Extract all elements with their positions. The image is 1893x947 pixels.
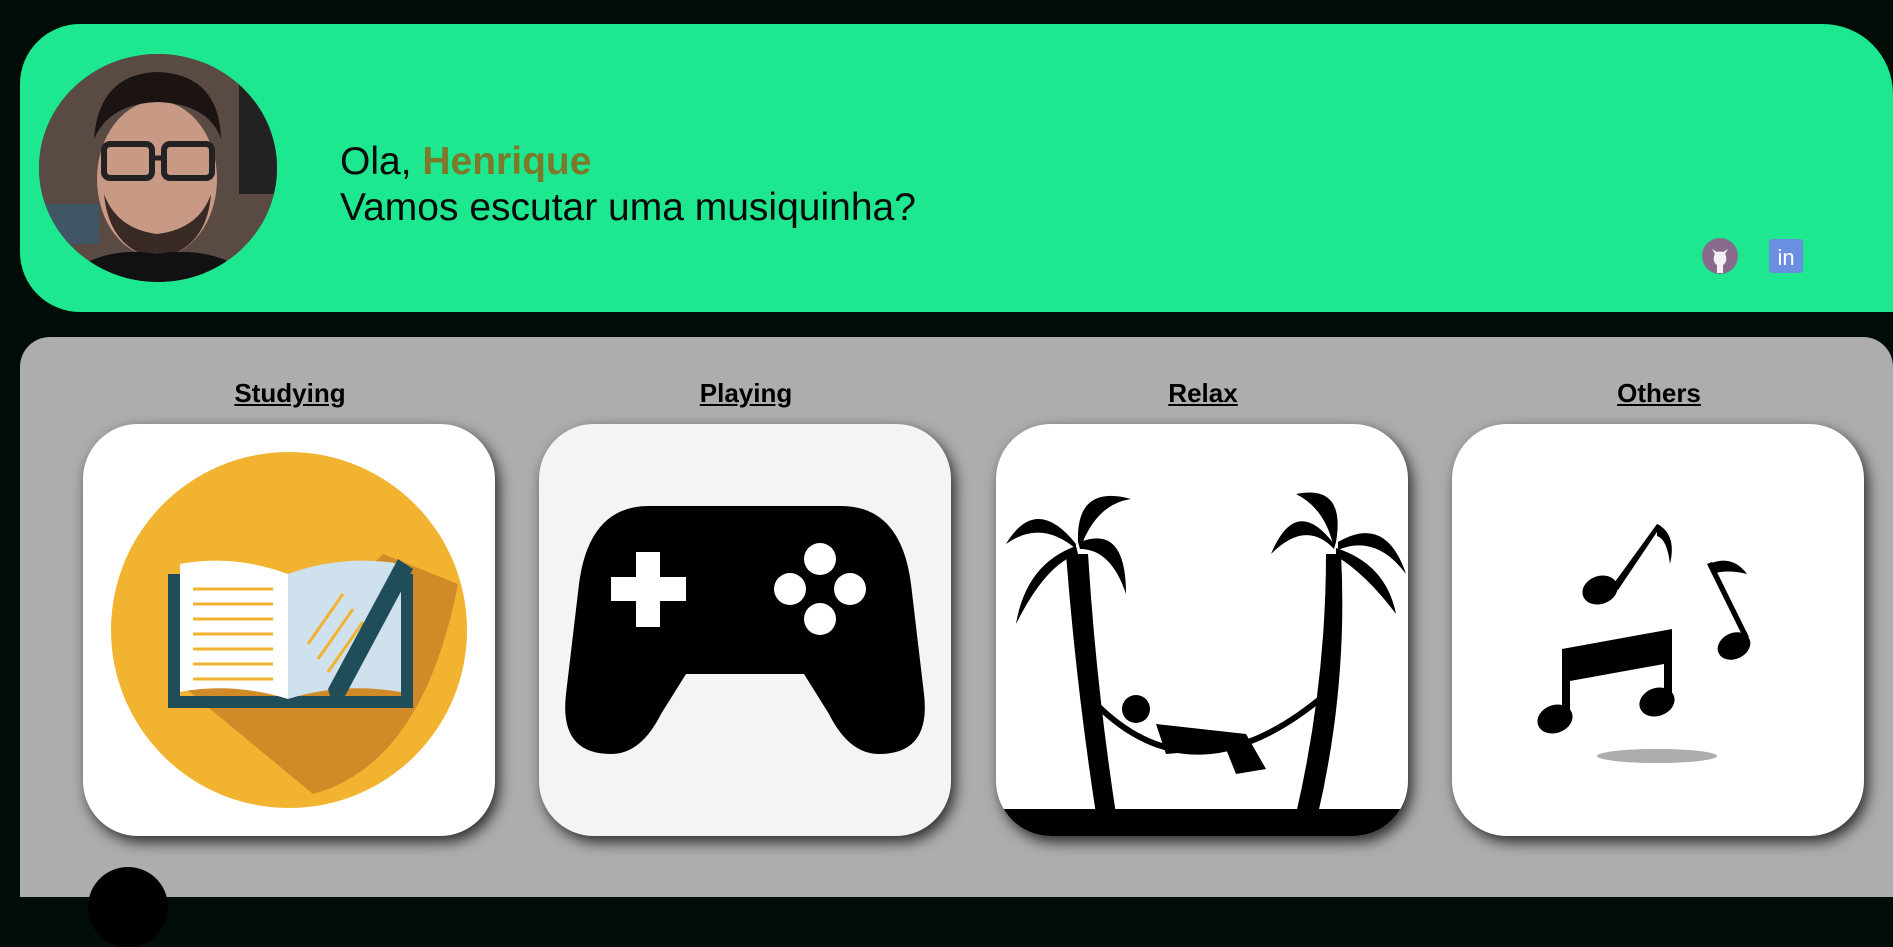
linkedin-icon: in: [1769, 239, 1803, 273]
category-title-others[interactable]: Others: [1452, 377, 1866, 413]
github-icon: [1702, 238, 1738, 274]
user-name: Henrique: [422, 140, 592, 183]
hammock-palm-trees-icon: [996, 492, 1408, 836]
category-card-others[interactable]: [1452, 424, 1864, 836]
categories-panel: Studying Playing Relax Others: [20, 337, 1893, 947]
category-title-studying[interactable]: Studying: [83, 377, 497, 413]
category-card-relax[interactable]: [996, 424, 1408, 836]
header-banner: Ola, Henrique Vamos escutar uma musiquin…: [20, 24, 1893, 312]
category-others[interactable]: Others: [1452, 377, 1866, 836]
greeting-subtitle: Vamos escutar uma musiquinha?: [340, 186, 916, 229]
profile-avatar: [39, 54, 277, 282]
linkedin-label: in: [1777, 245, 1794, 270]
gamepad-icon: [565, 506, 925, 754]
open-book-pen-icon: [111, 452, 467, 808]
github-link[interactable]: [1701, 237, 1739, 275]
greeting-text: Ola, Henrique Vamos escutar uma musiquin…: [340, 139, 916, 231]
category-relax[interactable]: Relax: [996, 377, 1410, 836]
category-card-playing[interactable]: [539, 424, 951, 836]
category-title-relax[interactable]: Relax: [996, 377, 1410, 413]
category-title-playing[interactable]: Playing: [539, 377, 953, 413]
linkedin-link[interactable]: in: [1767, 237, 1805, 275]
avatar-photo: [39, 54, 277, 282]
category-studying[interactable]: Studying: [83, 377, 497, 836]
music-notes-icon: [1537, 524, 1751, 763]
greeting-prefix: Ola,: [340, 140, 423, 183]
bottom-circle-partial: [88, 867, 168, 947]
category-card-studying[interactable]: [83, 424, 495, 836]
category-playing[interactable]: Playing: [539, 377, 953, 836]
